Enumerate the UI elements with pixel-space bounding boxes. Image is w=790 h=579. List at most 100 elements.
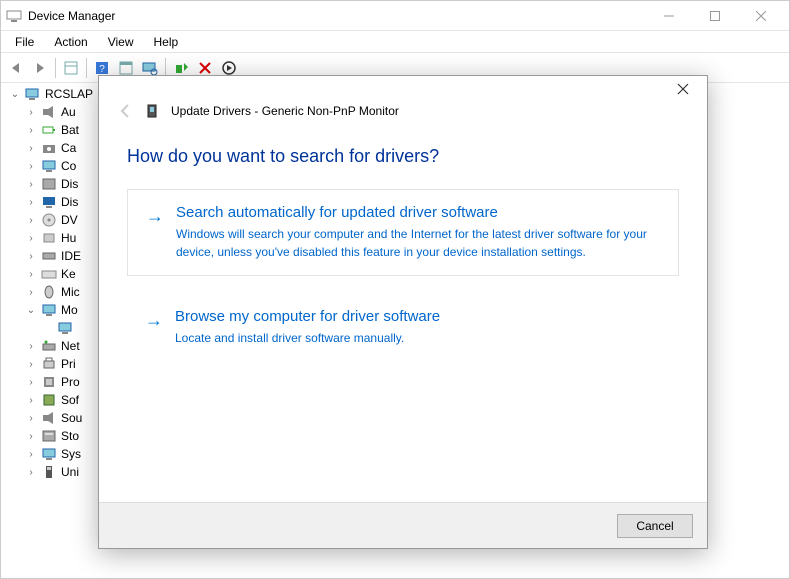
dialog-back-button bbox=[117, 102, 135, 120]
tree-item-label: DV bbox=[61, 213, 78, 227]
chevron-right-icon[interactable]: › bbox=[25, 377, 37, 388]
chevron-right-icon[interactable]: › bbox=[25, 143, 37, 154]
svg-text:?: ? bbox=[99, 64, 105, 75]
close-button[interactable] bbox=[738, 1, 784, 31]
tree-item-label: Au bbox=[61, 105, 76, 119]
tree-item-label: Sys bbox=[61, 447, 81, 461]
forward-button[interactable] bbox=[29, 57, 51, 79]
chevron-right-icon[interactable]: › bbox=[25, 269, 37, 280]
tree-item-label: Ke bbox=[61, 267, 76, 281]
tree-item-label: Sou bbox=[61, 411, 82, 425]
chevron-right-icon[interactable]: › bbox=[25, 431, 37, 442]
chevron-right-icon[interactable]: › bbox=[25, 251, 37, 262]
dialog-title: Update Drivers - Generic Non-PnP Monitor bbox=[171, 104, 399, 118]
chevron-right-icon[interactable]: › bbox=[25, 179, 37, 190]
tree-item-label: Ca bbox=[61, 141, 76, 155]
monitor-icon bbox=[41, 302, 57, 318]
menu-action[interactable]: Action bbox=[44, 33, 97, 51]
chevron-right-icon[interactable]: › bbox=[25, 233, 37, 244]
tree-item-label: Sof bbox=[61, 393, 79, 407]
sound-icon bbox=[41, 104, 57, 120]
chevron-right-icon[interactable]: › bbox=[25, 341, 37, 352]
update-drivers-dialog: Update Drivers - Generic Non-PnP Monitor… bbox=[98, 75, 708, 549]
usb-icon bbox=[41, 464, 57, 480]
toolbar-separator bbox=[86, 58, 87, 78]
mouse-icon bbox=[41, 284, 57, 300]
tree-root-label: RCSLAP bbox=[45, 87, 93, 101]
tree-item-label: Uni bbox=[61, 465, 79, 479]
tree-item-label: Hu bbox=[61, 231, 76, 245]
disk-icon bbox=[41, 176, 57, 192]
cancel-button[interactable]: Cancel bbox=[617, 514, 693, 538]
chevron-right-icon[interactable]: › bbox=[25, 467, 37, 478]
dialog-header: Update Drivers - Generic Non-PnP Monitor bbox=[99, 102, 707, 128]
computer-icon bbox=[41, 158, 57, 174]
chevron-right-icon[interactable]: › bbox=[25, 161, 37, 172]
battery-icon bbox=[41, 122, 57, 138]
titlebar: Device Manager bbox=[1, 1, 789, 31]
sound2-icon bbox=[41, 410, 57, 426]
option-browse-my-computer[interactable]: → Browse my computer for driver software… bbox=[127, 294, 679, 361]
arrow-right-icon: → bbox=[146, 206, 164, 227]
monitor-icon bbox=[145, 103, 161, 119]
chevron-down-icon[interactable]: ⌄ bbox=[25, 305, 37, 316]
chevron-right-icon[interactable]: › bbox=[25, 413, 37, 424]
menu-file[interactable]: File bbox=[5, 33, 44, 51]
monitor-icon bbox=[57, 320, 73, 336]
app-icon bbox=[6, 8, 22, 24]
print-icon bbox=[41, 356, 57, 372]
network-icon bbox=[41, 338, 57, 354]
chevron-right-icon[interactable]: › bbox=[25, 395, 37, 406]
dvd-icon bbox=[41, 212, 57, 228]
option-title: Search automatically for updated driver … bbox=[176, 204, 660, 221]
tree-item-label: Bat bbox=[61, 123, 79, 137]
chevron-right-icon[interactable]: › bbox=[25, 359, 37, 370]
toolbar-separator bbox=[55, 58, 56, 78]
minimize-button[interactable] bbox=[646, 1, 692, 31]
chevron-right-icon[interactable]: › bbox=[25, 125, 37, 136]
tree-item-label: IDE bbox=[61, 249, 81, 263]
dialog-heading: How do you want to search for drivers? bbox=[127, 146, 679, 167]
option-search-automatically[interactable]: → Search automatically for updated drive… bbox=[127, 189, 679, 276]
system-icon bbox=[41, 446, 57, 462]
tree-item-label: Dis bbox=[61, 177, 78, 191]
option-description: Windows will search your computer and th… bbox=[176, 225, 660, 261]
chevron-right-icon[interactable]: › bbox=[25, 449, 37, 460]
storage-icon bbox=[41, 428, 57, 444]
chevron-right-icon[interactable]: › bbox=[25, 287, 37, 298]
ide-icon bbox=[41, 248, 57, 264]
menu-view[interactable]: View bbox=[98, 33, 144, 51]
tree-item-label: Dis bbox=[61, 195, 78, 209]
tree-item-label: Pri bbox=[61, 357, 76, 371]
tree-item-label: Net bbox=[61, 339, 80, 353]
menu-help[interactable]: Help bbox=[144, 33, 189, 51]
camera-icon bbox=[41, 140, 57, 156]
display-icon bbox=[41, 194, 57, 210]
tree-item-label: Co bbox=[61, 159, 76, 173]
tree-item-label: Mic bbox=[61, 285, 80, 299]
hid-icon bbox=[41, 230, 57, 246]
dialog-body: How do you want to search for drivers? →… bbox=[99, 128, 707, 397]
chevron-right-icon[interactable]: › bbox=[25, 197, 37, 208]
back-button[interactable] bbox=[5, 57, 27, 79]
computer-icon bbox=[25, 86, 41, 102]
tree-item-label: Sto bbox=[61, 429, 79, 443]
dialog-footer: Cancel bbox=[99, 502, 707, 548]
dialog-titlebar bbox=[99, 76, 707, 102]
tree-item-label: Mo bbox=[61, 303, 78, 317]
tree-item-label: Pro bbox=[61, 375, 80, 389]
keyboard-icon bbox=[41, 266, 57, 282]
soft-icon bbox=[41, 392, 57, 408]
maximize-button[interactable] bbox=[692, 1, 738, 31]
cpu-icon bbox=[41, 374, 57, 390]
show-hide-tree-button[interactable] bbox=[60, 57, 82, 79]
option-title: Browse my computer for driver software bbox=[175, 308, 661, 325]
arrow-right-icon: → bbox=[145, 310, 163, 331]
chevron-right-icon[interactable]: › bbox=[25, 107, 37, 118]
chevron-right-icon[interactable]: › bbox=[25, 215, 37, 226]
option-description: Locate and install driver software manua… bbox=[175, 329, 661, 347]
dialog-close-button[interactable] bbox=[663, 77, 703, 101]
menubar: File Action View Help bbox=[1, 31, 789, 53]
device-manager-window: Device Manager File Action View Help ? bbox=[0, 0, 790, 579]
chevron-down-icon[interactable]: ⌄ bbox=[9, 89, 21, 100]
